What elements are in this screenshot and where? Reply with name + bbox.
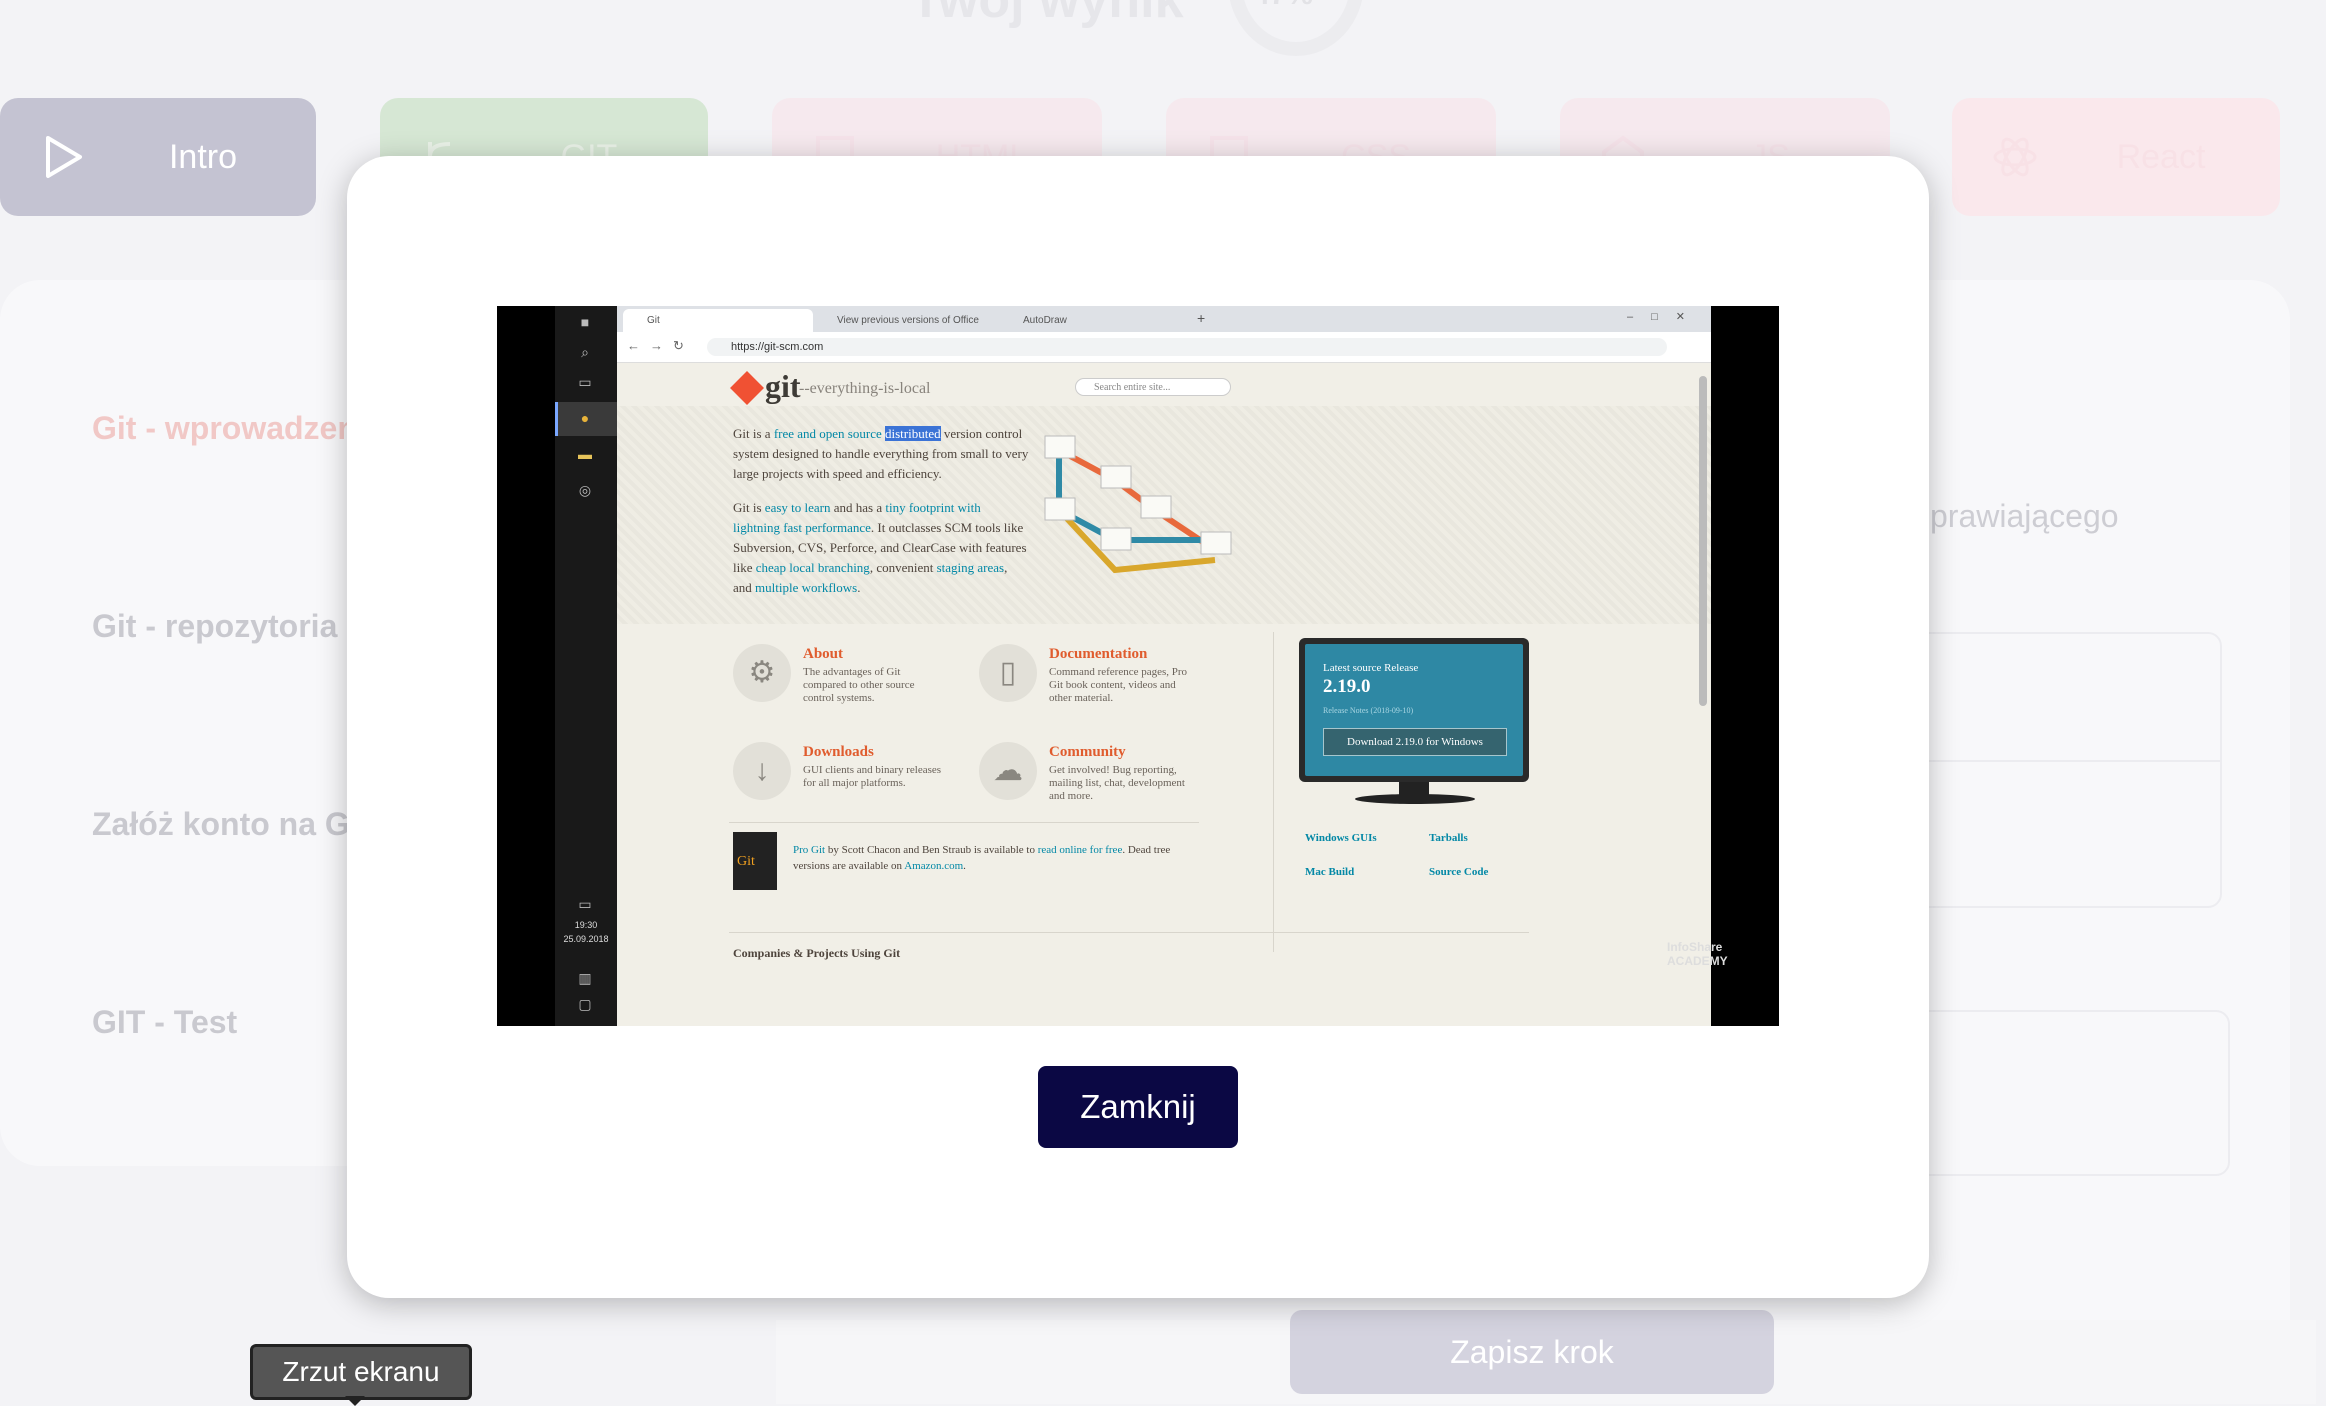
clock-time: 19:30 xyxy=(574,920,598,930)
watermark-logo: InfoShare ACADEMY xyxy=(1667,940,1728,968)
feature-desc: Get involved! Bug reporting, mailing lis… xyxy=(1049,764,1185,802)
divider xyxy=(729,932,1529,933)
new-tab-icon[interactable]: + xyxy=(1197,310,1205,326)
download-icon: ↓ xyxy=(733,742,791,800)
lesson-item-git-repos[interactable]: Git - repozytoria xyxy=(92,608,337,645)
feature-desc: GUI clients and binary releases for all … xyxy=(803,764,942,789)
folder-icon: ▬ xyxy=(578,446,592,462)
link-mac-build[interactable]: Mac Build xyxy=(1305,866,1354,878)
download-windows-button[interactable]: Download 2.19.0 for Windows xyxy=(1323,728,1507,756)
content-box xyxy=(1900,632,2222,908)
lesson-item-git-intro[interactable]: Git - wprowadzenie xyxy=(92,410,384,447)
release-label: Latest source Release xyxy=(1323,662,1419,674)
close-button[interactable]: Zamknij xyxy=(1038,1066,1238,1148)
companies-heading: Companies & Projects Using Git xyxy=(733,946,901,960)
monitor-graphic: Latest source Release 2.19.0 Release Not… xyxy=(1299,638,1529,782)
tab-intro[interactable]: Intro xyxy=(0,98,316,216)
clock-date: 25.09.2018 xyxy=(563,934,609,944)
notification-icon: ▢ xyxy=(578,996,592,1012)
git-website: git --everything-is-local Search entire … xyxy=(617,362,1711,1026)
chart-icon: ▥ xyxy=(578,970,592,986)
react-icon xyxy=(1993,137,2037,177)
browser-tab[interactable]: View previous versions of Office xyxy=(813,309,999,332)
browser-tab[interactable]: AutoDraw xyxy=(999,309,1185,332)
book-icon: ▯ xyxy=(979,644,1037,702)
branching-diagram-icon xyxy=(1044,435,1232,574)
link-tarballs[interactable]: Tarballs xyxy=(1429,832,1468,844)
tab-react[interactable]: React xyxy=(1952,98,2280,216)
play-icon xyxy=(46,136,82,178)
link-source-code[interactable]: Source Code xyxy=(1429,866,1488,878)
feature-desc: Command reference pages, Pro Git book co… xyxy=(1049,666,1188,704)
feature-title-documentation[interactable]: Documentation xyxy=(1049,646,1147,663)
release-notes-link[interactable]: Release Notes (2018-09-10) xyxy=(1323,706,1413,715)
git-logo-text: git xyxy=(765,368,801,404)
divider xyxy=(729,822,1199,823)
search-icon: ⌕ xyxy=(581,344,589,360)
task-view-icon: ▭ xyxy=(578,374,592,390)
browser-tabbar: Git View previous versions of Office Aut… xyxy=(617,306,1711,332)
site-search-input[interactable]: Search entire site... xyxy=(1075,378,1231,396)
pro-git-text: Pro Git by Scott Chacon and Ben Straub i… xyxy=(793,844,1171,872)
intro-paragraph-2: Git is easy to learn and has a tiny foot… xyxy=(733,500,1027,595)
feature-title-community[interactable]: Community xyxy=(1049,744,1126,761)
windows-start-icon: ■ xyxy=(580,314,590,330)
intro-paragraph-1: Git is a free and open source distribute… xyxy=(733,426,1029,481)
nav-arrows-icon[interactable]: ←→↻ xyxy=(627,338,694,354)
browser-tab[interactable]: Git xyxy=(623,309,813,332)
content-divider xyxy=(1900,760,2222,762)
tab-label: Intro xyxy=(168,137,238,176)
window-controls-icon[interactable]: –□✕ xyxy=(1627,310,1703,323)
pro-git-book-cover: Git xyxy=(733,832,777,890)
browser-window: Git View previous versions of Office Aut… xyxy=(617,306,1711,1026)
feature-title-about[interactable]: About xyxy=(803,646,843,663)
chat-icon: ☁ xyxy=(979,742,1037,800)
scrollbar[interactable] xyxy=(1699,376,1707,706)
link-windows-guis[interactable]: Windows GUIs xyxy=(1305,832,1377,844)
git-tagline: --everything-is-local xyxy=(799,380,931,397)
app-icon: ◎ xyxy=(578,482,592,498)
save-step-button[interactable]: Zapisz krok xyxy=(1290,1310,1774,1394)
address-bar: ←→↻ https://git-scm.com xyxy=(617,332,1711,363)
score-value: 47% xyxy=(1253,0,1313,12)
os-taskbar: ■ ⌕ ▭ ● ▬ ◎ ▭ 19:30 25.09.2018 ▥ ▢ xyxy=(555,306,620,1026)
release-version: 2.19.0 xyxy=(1323,676,1371,697)
url-field[interactable]: https://git-scm.com xyxy=(707,338,1667,356)
tab-label: React xyxy=(2116,137,2206,176)
battery-icon: ▭ xyxy=(578,896,592,912)
tooltip-arrow xyxy=(345,1396,365,1406)
video-player[interactable]: ■ ⌕ ▭ ● ▬ ◎ ▭ 19:30 25.09.2018 ▥ ▢ Git V… xyxy=(497,306,1779,1026)
git-logo-icon xyxy=(730,371,764,405)
content-text: prawiającego xyxy=(1930,498,2119,534)
screenshot-button[interactable]: Zrzut ekranu xyxy=(250,1344,472,1400)
lesson-item-git-test[interactable]: GIT - Test xyxy=(92,1004,237,1041)
monitor-base xyxy=(1355,794,1475,804)
chrome-icon: ● xyxy=(580,410,590,426)
page-title: Twój wynik xyxy=(910,0,1184,29)
feature-desc: The advantages of Git compared to other … xyxy=(803,666,915,704)
content-box xyxy=(1900,1010,2230,1176)
gear-icon: ⚙ xyxy=(733,644,791,702)
divider xyxy=(1273,632,1274,952)
feature-title-downloads[interactable]: Downloads xyxy=(803,744,874,761)
